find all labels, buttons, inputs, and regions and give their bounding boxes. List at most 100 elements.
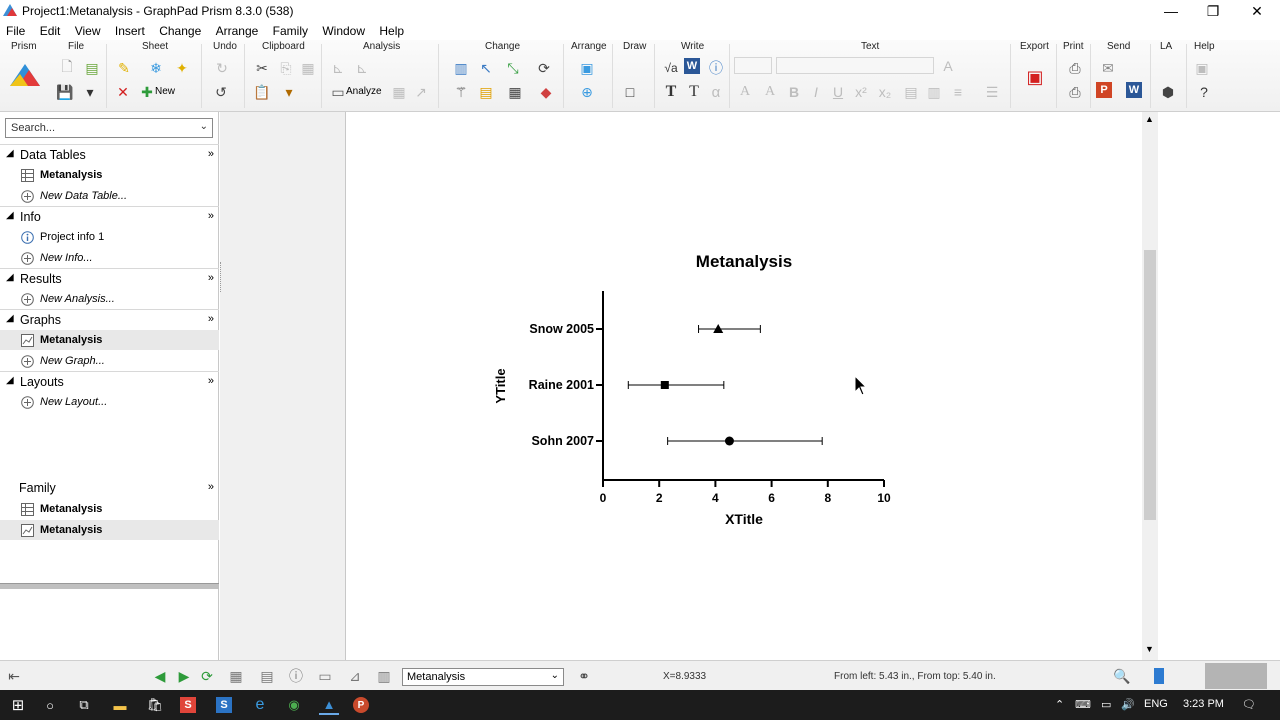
graph-page[interactable]: Metanalysis YTitle XTitle 0 2 4 6 8 10 Snow 20… (346, 112, 1142, 660)
store-icon[interactable]: 🛍 (145, 695, 165, 715)
new-layout-item[interactable]: New Layout... (0, 392, 219, 412)
menu-window[interactable]: Window (316, 22, 370, 40)
align-text-icon[interactable]: ≡ (948, 82, 968, 102)
print-preview-icon[interactable]: ⎙ (1065, 82, 1085, 102)
highlight-icon[interactable]: ✎ (114, 58, 134, 78)
paste-icon[interactable]: 📋 (252, 82, 272, 102)
menu-change[interactable]: Change (153, 22, 206, 40)
collapse-icon[interactable]: ◢ (6, 313, 14, 324)
bold-icon[interactable]: B (784, 82, 804, 102)
minimize-button[interactable]: — (1148, 0, 1194, 22)
search-input[interactable]: Search... ⌄ (5, 118, 213, 138)
s-app-icon[interactable]: S (180, 697, 196, 713)
collapse-icon[interactable]: ◢ (6, 210, 14, 221)
new-analysis-item[interactable]: New Analysis... (0, 289, 219, 309)
decrease-font-icon[interactable]: A (760, 82, 780, 102)
table-view-icon[interactable]: ▤ (257, 666, 277, 686)
new-file-icon[interactable]: 🗋 (57, 58, 77, 78)
analyze-icon[interactable]: ▭ (328, 82, 348, 102)
scroll-down-icon[interactable]: ▼ (1145, 644, 1154, 654)
list-icon[interactable]: ☰ (982, 82, 1002, 102)
word-send-icon[interactable]: W (1126, 82, 1142, 98)
powerpoint-icon[interactable]: P (1096, 82, 1112, 98)
help-book-icon[interactable]: ▣ (1192, 58, 1212, 78)
axis-icon[interactable]: ↖ (476, 58, 496, 78)
edge-icon[interactable]: e (250, 695, 270, 715)
scrollbar-thumb[interactable] (1144, 250, 1156, 520)
collapse-icon[interactable]: ◢ (6, 375, 14, 386)
calculator-icon[interactable]: ▦ (226, 666, 246, 686)
new-graph-item[interactable]: New Graph... (0, 351, 219, 371)
volume-icon[interactable]: 🔊 (1121, 698, 1135, 711)
section-results[interactable]: ◢ Results » (0, 268, 219, 288)
swap-icon[interactable]: ⟳ (534, 58, 554, 78)
new-info-item[interactable]: New Info... (0, 248, 219, 268)
copy-icon[interactable]: ⎘ (276, 58, 296, 78)
section-info[interactable]: ◢ Info » (0, 206, 219, 226)
xy-analysis-icon[interactable]: ⊾ (328, 58, 348, 78)
format-axis-icon[interactable]: ⤡ (503, 58, 523, 78)
clock[interactable]: 3:23 PM (1183, 698, 1224, 710)
alpha-icon[interactable]: α (706, 82, 726, 102)
align-icon[interactable]: ⊕ (577, 82, 597, 102)
save-icon[interactable]: 💾 (55, 82, 75, 102)
battery-icon[interactable]: ▭ (1101, 698, 1111, 711)
cut-icon[interactable]: ✂ (252, 58, 272, 78)
notification-icon[interactable]: 🗨 (1242, 698, 1256, 711)
collapse-icon[interactable]: ◢ (6, 272, 14, 283)
magic-wand-icon[interactable]: ✦ (172, 58, 192, 78)
task-view-icon[interactable]: ⧉ (74, 695, 94, 715)
zoom-icon[interactable]: 🔍 (1112, 666, 1132, 686)
info-constant-icon[interactable]: ⓘ (706, 58, 726, 78)
menu-view[interactable]: View (69, 22, 106, 40)
menu-edit[interactable]: Edit (34, 22, 66, 40)
results-icon[interactable]: ▦ (389, 82, 409, 102)
menu-family[interactable]: Family (267, 22, 313, 40)
file-explorer-icon[interactable]: ▬ (110, 695, 130, 715)
go-icon[interactable]: ⟳ (197, 666, 217, 686)
family-graph-item[interactable]: Metanalysis (0, 520, 219, 540)
data-table-item[interactable]: Metanalysis (0, 165, 219, 185)
underline-icon[interactable]: U (828, 82, 848, 102)
graph-type-icon[interactable]: ▥ (451, 58, 471, 78)
increase-font-icon[interactable]: A (735, 82, 755, 102)
italic-icon[interactable]: I (806, 82, 826, 102)
vertical-scrollbar[interactable]: ▲ ▼ (1142, 112, 1158, 660)
chevron-down-icon[interactable]: ⌄ (551, 670, 559, 681)
email-icon[interactable]: ✉ (1098, 58, 1118, 78)
new-data-table-item[interactable]: New Data Table... (0, 186, 219, 206)
language-indicator[interactable]: ENG (1144, 698, 1168, 710)
font-family-select[interactable] (776, 57, 934, 74)
text-rotate-icon[interactable]: ▥ (924, 82, 944, 102)
expand-arrows-icon[interactable]: » (208, 210, 214, 222)
arrange-icon[interactable]: ▣ (577, 58, 597, 78)
expand-arrows-icon[interactable]: » (208, 272, 214, 284)
paste-options-icon[interactable]: ▾ (279, 82, 299, 102)
results-view-icon[interactable]: ▭ (315, 666, 335, 686)
close-button[interactable]: ✕ (1234, 0, 1280, 22)
section-graphs[interactable]: ◢ Graphs » (0, 309, 219, 329)
draw-rectangle-icon[interactable]: □ (620, 82, 640, 102)
column-analysis-icon[interactable]: ⊾ (352, 58, 372, 78)
expand-arrows-icon[interactable]: » (208, 481, 214, 493)
delete-sheet-icon[interactable]: ✕ (113, 82, 133, 102)
paste-special-icon[interactable]: ▦ (298, 58, 318, 78)
next-sheet-icon[interactable]: ▶ (174, 666, 194, 686)
link-icon[interactable]: ↗ (411, 82, 431, 102)
layout-view-icon[interactable]: ▥ (374, 666, 394, 686)
undo-icon[interactable]: ↺ (211, 82, 231, 102)
input-icon[interactable]: ⌨ (1075, 698, 1091, 711)
s-blue-app-icon[interactable]: S (216, 697, 232, 713)
snowflake-icon[interactable]: ❄ (146, 58, 166, 78)
open-file-icon[interactable]: ▤ (82, 58, 102, 78)
format-graph-icon[interactable]: ▤ (476, 82, 496, 102)
analyze-button[interactable]: Analyze (346, 86, 382, 97)
search-circle-icon[interactable]: ○ (40, 695, 60, 715)
menu-file[interactable]: File (0, 22, 30, 40)
collapse-icon[interactable]: ◢ (6, 148, 14, 159)
powerpoint-taskbar-icon[interactable]: P (353, 697, 369, 713)
text-tool-icon[interactable]: T (661, 82, 681, 102)
expand-arrows-icon[interactable]: » (208, 313, 214, 325)
sheet-selector[interactable]: Metanalysis ⌄ (402, 668, 564, 686)
wand-change-icon[interactable]: ⚚ (451, 82, 471, 102)
